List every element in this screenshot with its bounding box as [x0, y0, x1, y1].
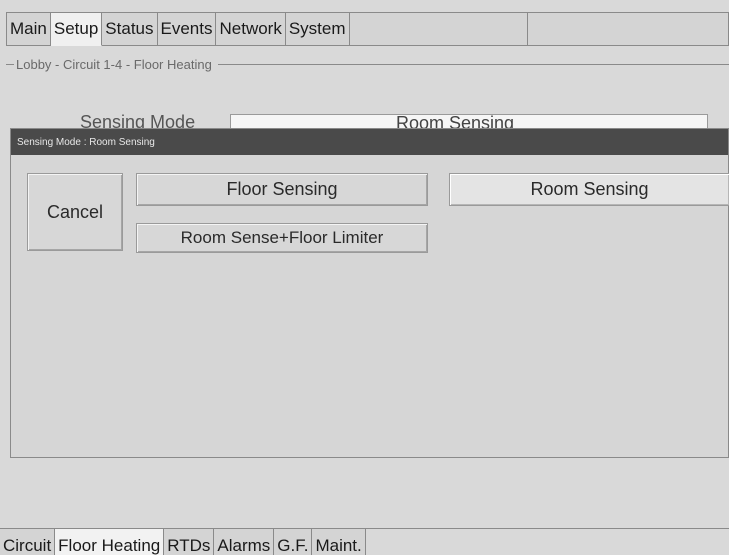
tab-status[interactable]: Status: [102, 12, 158, 46]
tab-maint[interactable]: Maint.: [312, 529, 366, 555]
dialog-title-bar: Sensing Mode : Room Sensing: [11, 129, 728, 155]
tab-main[interactable]: Main: [6, 12, 51, 46]
tab-circuit[interactable]: Circuit: [0, 529, 56, 555]
tab-gf[interactable]: G.F.: [274, 529, 313, 555]
cancel-button[interactable]: Cancel: [27, 173, 123, 251]
tab-floor-heating[interactable]: Floor Heating: [55, 529, 165, 555]
sensing-mode-dialog: Sensing Mode : Room Sensing Cancel Floor…: [10, 128, 729, 458]
group-box-title: Lobby - Circuit 1-4 - Floor Heating: [6, 54, 729, 74]
bottom-tab-bar: Circuit Floor Heating RTDs Alarms G.F. M…: [0, 528, 729, 555]
tab-alarms[interactable]: Alarms: [214, 529, 275, 555]
tab-setup[interactable]: Setup: [50, 12, 103, 46]
tab-empty-2: [527, 12, 729, 46]
tab-network[interactable]: Network: [216, 12, 286, 46]
room-sensing-button[interactable]: Room Sensing: [449, 173, 729, 206]
tab-empty-1: [349, 12, 528, 46]
group-title-text: Lobby - Circuit 1-4 - Floor Heating: [16, 56, 212, 72]
room-sense-floor-limiter-button[interactable]: Room Sense+Floor Limiter: [136, 223, 428, 253]
tab-rtds[interactable]: RTDs: [164, 529, 215, 555]
tab-events[interactable]: Events: [157, 12, 217, 46]
floor-sensing-button[interactable]: Floor Sensing: [136, 173, 428, 206]
top-tab-bar: Main Setup Status Events Network System: [6, 12, 729, 46]
dialog-title: Sensing Mode : Room Sensing: [17, 136, 155, 148]
tab-system[interactable]: System: [285, 12, 350, 46]
